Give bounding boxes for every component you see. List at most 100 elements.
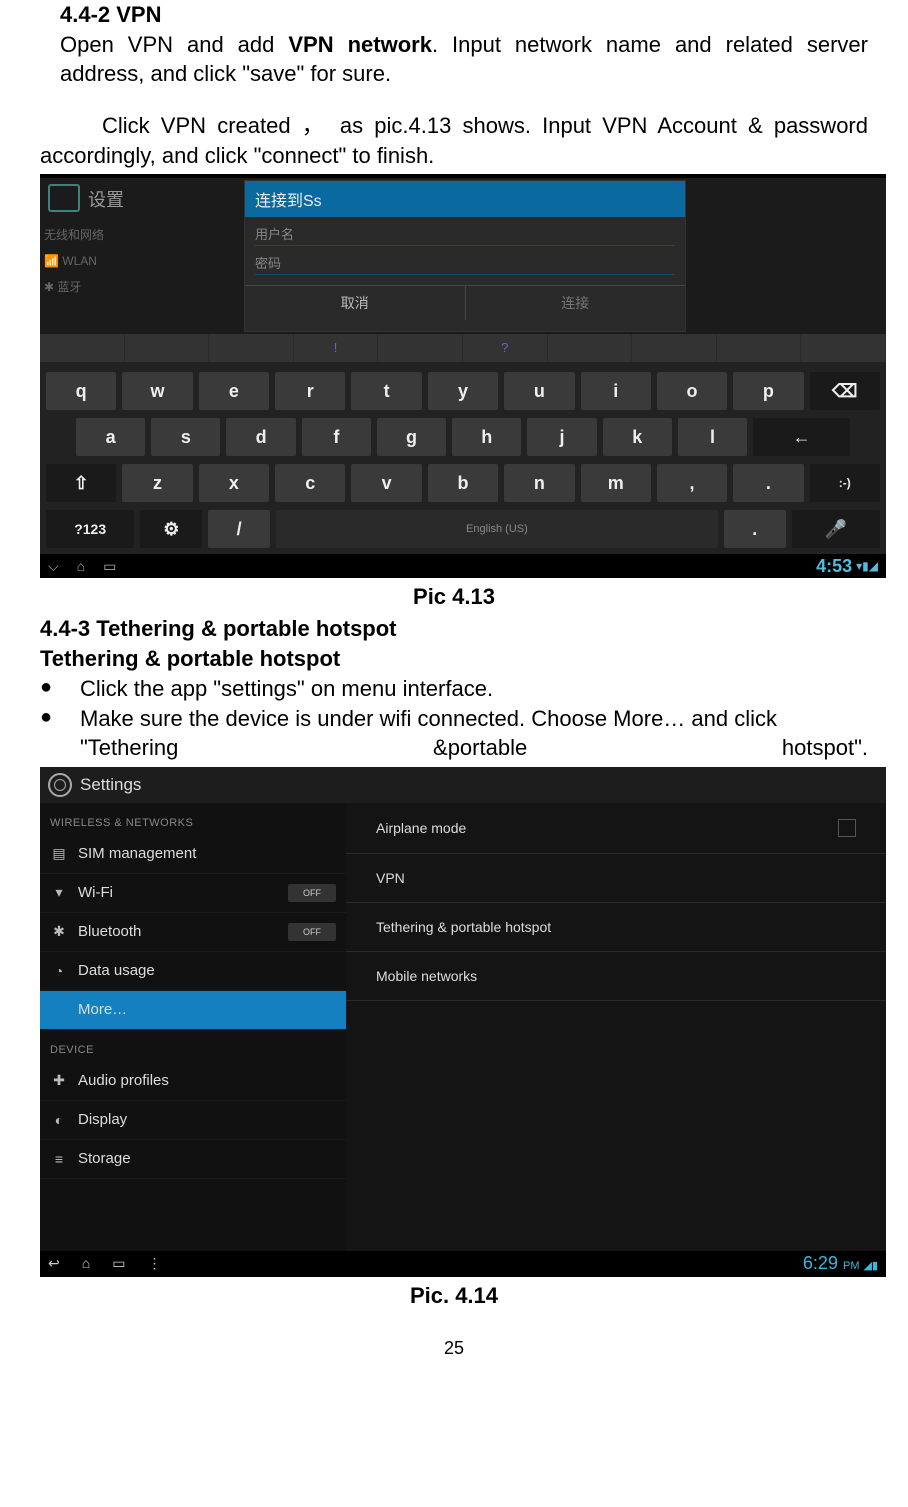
sidebar-item-storage[interactable]: ≡Storage bbox=[40, 1140, 346, 1179]
key-w[interactable]: w bbox=[122, 372, 192, 410]
num-key[interactable]: ? bbox=[463, 334, 548, 362]
sidebar-item-data[interactable]: ◔Data usage bbox=[40, 952, 346, 991]
emoji-key[interactable]: :-) bbox=[810, 464, 880, 502]
num-key[interactable] bbox=[40, 334, 125, 362]
space-key[interactable]: English (US) bbox=[276, 510, 718, 548]
key-p[interactable]: p bbox=[733, 372, 803, 410]
key-h[interactable]: h bbox=[452, 418, 521, 456]
keyboard: !? qwertyuiop ⌫ asdfghjkl ← ⇧ zxcvbnm,. … bbox=[40, 334, 886, 554]
bt-toggle[interactable]: OFF bbox=[288, 923, 336, 941]
nav-back-2[interactable]: ↩ bbox=[48, 1255, 60, 1272]
key-y[interactable]: y bbox=[428, 372, 498, 410]
key-u[interactable]: u bbox=[504, 372, 574, 410]
nav-recent[interactable]: ▭ bbox=[103, 554, 116, 578]
username-label: 用户名 bbox=[245, 217, 685, 243]
b2-w3: hotspot". bbox=[782, 733, 868, 763]
main-item-tethering[interactable]: Tethering & portable hotspot bbox=[346, 903, 886, 952]
vpn-connect-dialog: 连接到Ss 用户名 密码 取消 连接 bbox=[244, 180, 686, 332]
num-key[interactable] bbox=[632, 334, 717, 362]
key-x[interactable]: x bbox=[199, 464, 269, 502]
sidebar-item-wifi[interactable]: ▾Wi-FiOFF bbox=[40, 874, 346, 913]
sidebar-item-display[interactable]: ◐ Display bbox=[40, 1101, 346, 1140]
sidebar-item-more[interactable]: More… bbox=[40, 991, 346, 1030]
airplane-checkbox[interactable] bbox=[838, 819, 856, 837]
key-d[interactable]: d bbox=[226, 418, 295, 456]
shift-key[interactable]: ⇧ bbox=[46, 464, 116, 502]
side-wlan: WLAN bbox=[62, 254, 97, 268]
num-key[interactable] bbox=[125, 334, 210, 362]
backspace-key[interactable]: ⌫ bbox=[810, 372, 880, 410]
main-item-vpn[interactable]: VPN bbox=[346, 854, 886, 903]
key-r[interactable]: r bbox=[275, 372, 345, 410]
key-a[interactable]: a bbox=[76, 418, 145, 456]
nav-back[interactable]: ⌵ bbox=[48, 554, 59, 578]
display-icon: ◐ bbox=[50, 1111, 68, 1129]
main-item-mobile[interactable]: Mobile networks bbox=[346, 952, 886, 1001]
num-key[interactable] bbox=[378, 334, 463, 362]
key-t[interactable]: t bbox=[351, 372, 421, 410]
bullet-2: Make sure the device is under wifi conne… bbox=[40, 704, 868, 763]
num-key[interactable]: ! bbox=[294, 334, 379, 362]
airplane-label: Airplane mode bbox=[376, 820, 466, 836]
num-key[interactable] bbox=[717, 334, 802, 362]
more-label: More… bbox=[78, 1001, 127, 1018]
key-period[interactable]: . bbox=[733, 464, 803, 502]
num-key[interactable] bbox=[548, 334, 633, 362]
para-1-a: Open VPN and add bbox=[60, 32, 288, 57]
password-input[interactable] bbox=[255, 274, 675, 275]
key-s[interactable]: s bbox=[151, 418, 220, 456]
nav-home-2[interactable]: ⌂ bbox=[82, 1255, 90, 1272]
symbols-key[interactable]: ?123 bbox=[46, 510, 134, 548]
number-row: !? bbox=[40, 334, 886, 362]
b2-w1: "Tethering bbox=[80, 733, 178, 763]
wifi-toggle[interactable]: OFF bbox=[288, 884, 336, 902]
key-l[interactable]: l bbox=[678, 418, 747, 456]
key-f[interactable]: f bbox=[302, 418, 371, 456]
key-j[interactable]: j bbox=[527, 418, 596, 456]
storage-label: Storage bbox=[78, 1150, 131, 1167]
key-v[interactable]: v bbox=[351, 464, 421, 502]
nav-recent-2[interactable]: ▭ bbox=[112, 1255, 125, 1272]
heading-tethering-1: 4.4-3 Tethering & portable hotspot bbox=[40, 614, 868, 644]
nav-menu-2[interactable]: ⋮ bbox=[147, 1255, 161, 1272]
vpn-label: VPN bbox=[376, 870, 405, 886]
num-key[interactable] bbox=[801, 334, 886, 362]
key-n[interactable]: n bbox=[504, 464, 574, 502]
slash-key[interactable]: / bbox=[208, 510, 270, 548]
enter-key[interactable]: ← bbox=[753, 418, 850, 456]
key-i[interactable]: i bbox=[581, 372, 651, 410]
key-g[interactable]: g bbox=[377, 418, 446, 456]
key-q[interactable]: q bbox=[46, 372, 116, 410]
num-key[interactable] bbox=[209, 334, 294, 362]
main-item-airplane[interactable]: Airplane mode bbox=[346, 803, 886, 854]
key-e[interactable]: e bbox=[199, 372, 269, 410]
settings-main: Airplane mode VPN Tethering & portable h… bbox=[346, 803, 886, 1251]
mic-key[interactable]: 🎤 bbox=[792, 510, 880, 548]
key-z[interactable]: z bbox=[122, 464, 192, 502]
mobile-label: Mobile networks bbox=[376, 968, 477, 984]
side-wireless: 无线和网络 bbox=[44, 222, 104, 248]
sidebar-item-sim[interactable]: ▤ SIM management bbox=[40, 835, 346, 874]
cancel-button[interactable]: 取消 bbox=[245, 286, 466, 320]
key-b[interactable]: b bbox=[428, 464, 498, 502]
key-k[interactable]: k bbox=[603, 418, 672, 456]
display-label: Display bbox=[78, 1111, 127, 1128]
key-comma[interactable]: , bbox=[657, 464, 727, 502]
sim-icon: ▤ bbox=[50, 845, 68, 863]
sidebar-item-bluetooth[interactable]: ✱BluetoothOFF bbox=[40, 913, 346, 952]
caption-1: Pic 4.13 bbox=[40, 584, 868, 610]
key-c[interactable]: c bbox=[275, 464, 345, 502]
para-2-text: Click VPN created ， as pic.4.13 shows. I… bbox=[40, 111, 868, 170]
key-m[interactable]: m bbox=[581, 464, 651, 502]
connect-button[interactable]: 连接 bbox=[466, 286, 686, 320]
sim-label: SIM management bbox=[78, 845, 196, 862]
settings-icon bbox=[48, 184, 80, 212]
sidebar-item-audio[interactable]: ✚Audio profiles bbox=[40, 1062, 346, 1101]
dot-key[interactable]: . bbox=[724, 510, 786, 548]
nav-home[interactable]: ⌂ bbox=[77, 554, 85, 578]
tethering-label: Tethering & portable hotspot bbox=[376, 919, 551, 935]
key-o[interactable]: o bbox=[657, 372, 727, 410]
settings-key[interactable]: ⚙ bbox=[140, 510, 202, 548]
para-1: Open VPN and add VPN network. Input netw… bbox=[40, 30, 868, 89]
data-label: Data usage bbox=[78, 962, 155, 979]
